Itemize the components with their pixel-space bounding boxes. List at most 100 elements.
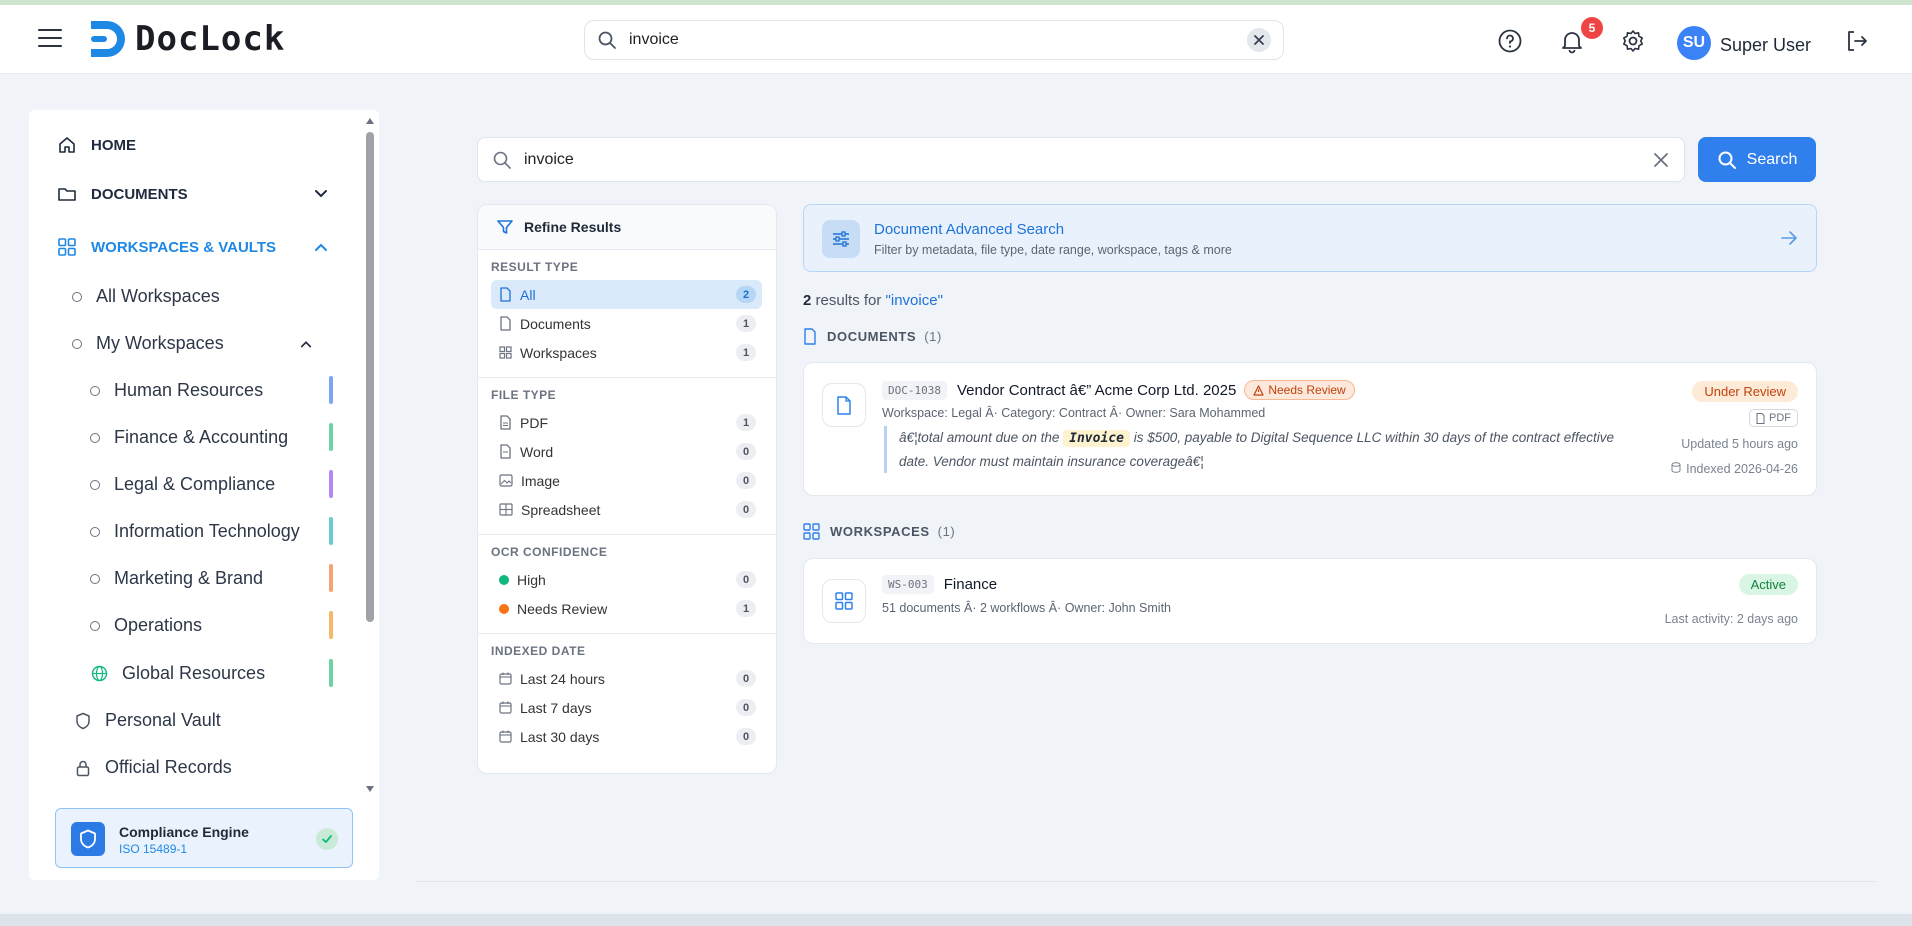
- clear-search-icon[interactable]: [1247, 28, 1271, 52]
- status-badge: Active: [1738, 574, 1798, 595]
- sidebar-item-finance-accounting[interactable]: Finance & Accounting: [90, 427, 288, 448]
- file-type-badge: PDF: [1749, 409, 1798, 427]
- filter-icon: [497, 220, 513, 234]
- bullet-icon: [90, 479, 100, 490]
- workspace-color-bar: [329, 470, 333, 498]
- filter-result-all[interactable]: All 2: [491, 280, 762, 309]
- chevron-up-icon[interactable]: [300, 338, 312, 350]
- sidebar-item-label: Finance & Accounting: [114, 427, 289, 447]
- chevron-down-icon[interactable]: [314, 187, 328, 201]
- snippet-text: is $500, payable to Digital Sequence LLC…: [1133, 430, 1615, 445]
- bullet-icon: [90, 526, 100, 537]
- compliance-subtitle: ISO 15489-1: [119, 842, 188, 856]
- file-icon: [500, 316, 511, 331]
- logout-icon[interactable]: [1843, 27, 1871, 55]
- filter-count: 1: [736, 344, 756, 361]
- close-icon[interactable]: [1652, 151, 1670, 169]
- filter-ocr-high[interactable]: High 0: [491, 565, 762, 594]
- indexed-date-section: INDEXED DATE Last 24 hours 0 Last 7 days…: [478, 634, 776, 761]
- sidebar-item-official-records[interactable]: Official Records: [75, 757, 232, 778]
- doclock-logo-icon: [91, 21, 125, 57]
- sidebar-item-label: All Workspaces: [96, 286, 220, 306]
- search-icon: [493, 151, 511, 169]
- scrollbar-thumb[interactable]: [366, 132, 374, 622]
- os-taskbar: [0, 914, 1912, 926]
- sidebar-item-operations[interactable]: Operations: [90, 615, 202, 636]
- logo-text: DocLock: [135, 19, 286, 59]
- sidebar-item-documents[interactable]: DOCUMENTS: [57, 184, 188, 204]
- help-icon[interactable]: [1496, 27, 1524, 55]
- workspace-title-row: WS-003 Finance: [882, 575, 997, 594]
- filter-file-spreadsheet[interactable]: Spreadsheet 0: [491, 495, 762, 524]
- sidebar-item-home[interactable]: HOME: [57, 135, 136, 155]
- document-indexed: Indexed 2026-04-26: [1671, 462, 1798, 476]
- user-name[interactable]: Super User: [1720, 35, 1811, 56]
- warning-icon: [1253, 384, 1264, 396]
- workspaces-group-header: WORKSPACES (1): [803, 523, 955, 540]
- sidebar-item-all-workspaces[interactable]: All Workspaces: [72, 286, 220, 307]
- lock-icon: [76, 760, 90, 776]
- filter-file-word[interactable]: Word 0: [491, 437, 762, 466]
- globe-icon: [91, 665, 108, 682]
- filter-label: PDF: [520, 414, 548, 431]
- status-badge: Under Review: [1692, 381, 1798, 402]
- workspaces-group-title: WORKSPACES: [830, 524, 930, 539]
- sidebar-item-label: Information Technology: [114, 521, 300, 541]
- image-icon: [499, 474, 513, 487]
- filter-ocr-needs-review[interactable]: Needs Review 1: [491, 594, 762, 623]
- search-button[interactable]: Search: [1698, 137, 1816, 182]
- filter-count: 0: [736, 670, 756, 687]
- main-search-input[interactable]: [524, 150, 1652, 169]
- filter-count: 0: [736, 443, 756, 460]
- global-search-input[interactable]: [629, 31, 1247, 49]
- scroll-down-icon[interactable]: [365, 784, 375, 794]
- advanced-search-banner[interactable]: Document Advanced Search Filter by metad…: [803, 204, 1817, 272]
- file-type-section: FILE TYPE PDF 1 Word 0 Image 0 Spreadshe…: [478, 378, 776, 535]
- filter-count: 0: [736, 699, 756, 716]
- filter-result-documents[interactable]: Documents 1: [491, 309, 762, 338]
- filter-date-24h[interactable]: Last 24 hours 0: [491, 664, 762, 693]
- filter-count: 0: [736, 728, 756, 745]
- sidebar-item-my-workspaces[interactable]: My Workspaces: [72, 333, 224, 354]
- sidebar-item-workspaces-vaults[interactable]: WORKSPACES & VAULTS: [57, 237, 276, 257]
- workspace-title[interactable]: Finance: [944, 576, 997, 593]
- filter-label: Last 30 days: [520, 728, 600, 745]
- calendar-icon: [499, 701, 512, 714]
- sidebar-item-global-resources[interactable]: Global Resources: [91, 663, 265, 684]
- sidebar-item-marketing-brand[interactable]: Marketing & Brand: [90, 568, 263, 589]
- sidebar-scrollbar[interactable]: [365, 116, 375, 796]
- filter-date-30d[interactable]: Last 30 days 0: [491, 722, 762, 751]
- filter-count: 0: [736, 472, 756, 489]
- sidebar-item-human-resources[interactable]: Human Resources: [90, 380, 263, 401]
- filter-date-7d[interactable]: Last 7 days 0: [491, 693, 762, 722]
- bullet-icon: [90, 385, 100, 396]
- sidebar-item-information-technology[interactable]: Information Technology: [90, 521, 300, 542]
- scroll-up-icon[interactable]: [365, 116, 375, 126]
- gear-icon[interactable]: [1619, 27, 1647, 55]
- workspace-color-bar: [329, 564, 333, 592]
- sidebar-item-personal-vault[interactable]: Personal Vault: [75, 710, 221, 731]
- filter-file-pdf[interactable]: PDF 1: [491, 408, 762, 437]
- compliance-title: Compliance Engine: [119, 824, 249, 840]
- refine-results-header: Refine Results: [478, 205, 776, 250]
- grid-icon: [822, 579, 866, 623]
- search-icon: [598, 31, 616, 49]
- advanced-search-title: Document Advanced Search: [874, 221, 1065, 238]
- filter-count: 0: [736, 501, 756, 518]
- menu-toggle-icon[interactable]: [38, 29, 62, 49]
- sidebar-item-legal-compliance[interactable]: Legal & Compliance: [90, 474, 275, 495]
- document-title[interactable]: Vendor Contract â€” Acme Corp Ltd. 2025: [957, 382, 1236, 399]
- results-label: results for: [815, 292, 882, 309]
- chevron-up-icon[interactable]: [314, 240, 328, 254]
- logo[interactable]: DocLock: [85, 17, 285, 61]
- avatar[interactable]: SU: [1677, 26, 1711, 60]
- document-result-card[interactable]: DOC-1038 Vendor Contract â€” Acme Corp L…: [803, 362, 1817, 496]
- compliance-engine-card[interactable]: Compliance Engine ISO 15489-1: [55, 808, 353, 868]
- workspace-result-card[interactable]: WS-003 Finance 51 documents Â· 2 workflo…: [803, 558, 1817, 644]
- filter-result-workspaces[interactable]: Workspaces 1: [491, 338, 762, 367]
- filter-file-image[interactable]: Image 0: [491, 466, 762, 495]
- main-search[interactable]: [477, 137, 1685, 182]
- refine-results-panel: Refine Results RESULT TYPE All 2 Documen…: [477, 204, 777, 774]
- filter-count: 1: [736, 414, 756, 431]
- global-search[interactable]: [584, 20, 1284, 60]
